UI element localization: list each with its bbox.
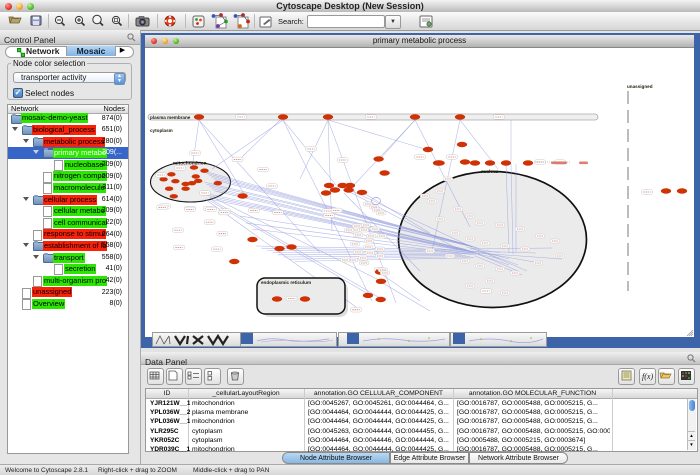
svg-text:cytoplasm: cytoplasm <box>150 128 173 133</box>
svg-text:endoplasmic reticulum: endoplasmic reticulum <box>261 280 311 285</box>
svg-text:plasma membrane: plasma membrane <box>150 115 191 120</box>
svg-text:nucleus: nucleus <box>481 169 499 174</box>
svg-text:f(x): f(x) <box>642 372 653 381</box>
svg-text:unassigned: unassigned <box>627 84 653 89</box>
